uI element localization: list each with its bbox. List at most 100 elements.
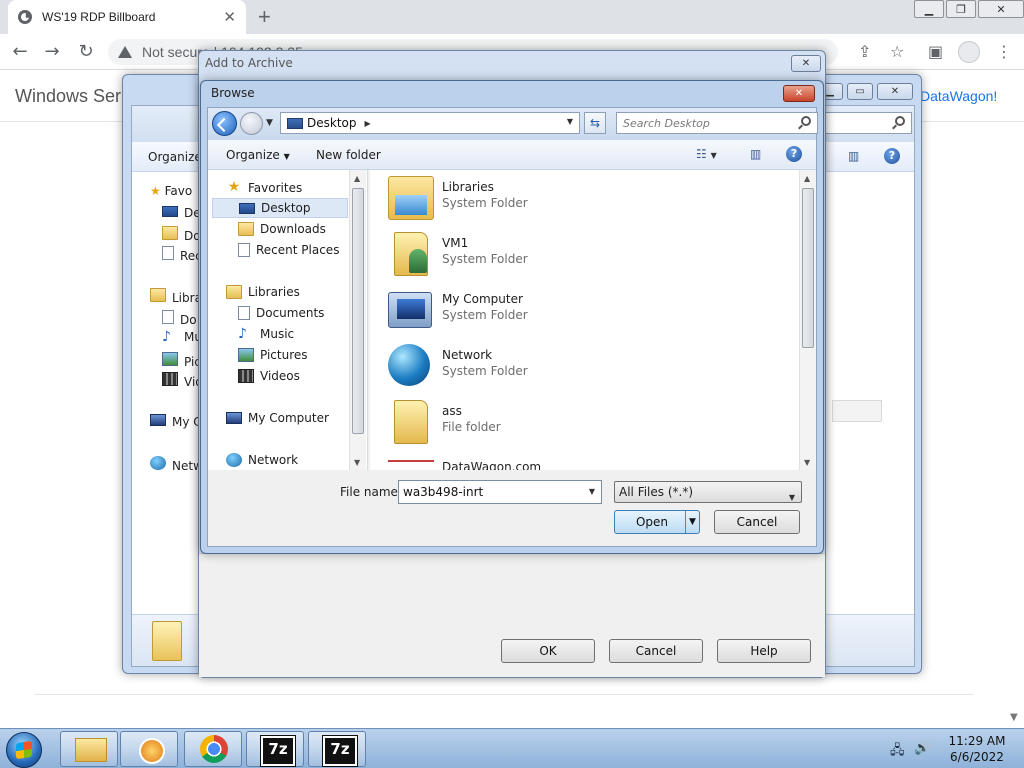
- nav-item-libraries[interactable]: Libraries: [226, 282, 300, 302]
- nav-item-downloads[interactable]: Downloads: [238, 219, 326, 239]
- file-name-combo[interactable]: ▼: [398, 480, 602, 504]
- help-icon[interactable]: ?: [786, 146, 802, 162]
- system-clock[interactable]: 11:29 AM 6/6/2022: [936, 733, 1018, 765]
- view-options-icon[interactable]: ☷ ▼: [696, 147, 717, 161]
- bg-sidebar-network[interactable]: Netw: [150, 456, 203, 473]
- file-type-select[interactable]: All Files (*.*) ▼: [614, 481, 802, 503]
- organize-menu[interactable]: Organize ▼: [226, 148, 290, 162]
- new-folder-button[interactable]: New folder: [316, 148, 381, 162]
- refresh-icon[interactable]: ⇆: [584, 112, 606, 134]
- help-button[interactable]: Help: [717, 639, 811, 663]
- menu-kebab-icon[interactable]: ⋮: [996, 42, 1012, 61]
- bg-organize-menu[interactable]: Organize: [148, 150, 202, 164]
- bg-sidebar-recent[interactable]: Rec: [162, 246, 202, 263]
- file-item-libraries[interactable]: Libraries System Folder: [386, 172, 786, 224]
- bg-sidebar-pictures[interactable]: Pic: [162, 352, 201, 369]
- file-type-dropdown-icon[interactable]: ▼: [789, 488, 795, 508]
- search-input[interactable]: [617, 113, 787, 133]
- datawagon-link[interactable]: DataWagon!: [920, 88, 997, 104]
- new-tab-button[interactable]: +: [258, 4, 271, 30]
- ok-button[interactable]: OK: [501, 639, 595, 663]
- file-name-input[interactable]: [399, 481, 579, 503]
- bg-sidebar-videos[interactable]: Vid: [162, 372, 203, 389]
- nav-item-recent-places[interactable]: Recent Places: [238, 240, 339, 260]
- scroll-down-icon[interactable]: ▼: [354, 458, 360, 467]
- file-item-datawagon[interactable]: DataWagon.com: [386, 452, 786, 470]
- share-icon[interactable]: ⇪: [858, 42, 871, 61]
- restore-button[interactable]: ❐: [946, 0, 976, 18]
- profile-avatar-icon[interactable]: [958, 41, 980, 63]
- window-controls: ▁ ❐ ✕: [912, 0, 1024, 18]
- open-split-arrow-icon[interactable]: ▼: [685, 511, 699, 533]
- minimize-button[interactable]: ▁: [914, 0, 944, 18]
- side-panel-icon[interactable]: ▣: [928, 42, 943, 61]
- breadcrumb-arrow-icon[interactable]: ▶: [365, 119, 371, 128]
- forward-arrow-icon[interactable]: →: [40, 40, 64, 64]
- bg-preview-pane-icon[interactable]: ▥: [848, 149, 859, 163]
- scroll-down-icon[interactable]: ▼: [804, 458, 810, 467]
- back-icon[interactable]: [212, 111, 237, 136]
- taskbar-chrome-button[interactable]: [184, 731, 242, 767]
- bg-help-icon[interactable]: ?: [884, 148, 900, 164]
- file-item-ass[interactable]: ass File folder: [386, 396, 786, 448]
- bg-sidebar-favorites[interactable]: ★ Favo: [150, 184, 192, 198]
- bg-search-box[interactable]: [822, 112, 912, 134]
- nav-pane-scrollbar[interactable]: ▲ ▼: [349, 170, 366, 470]
- scroll-up-icon[interactable]: ▲: [804, 174, 810, 183]
- search-icon[interactable]: [801, 116, 811, 126]
- file-item-vm1[interactable]: VM1 System Folder: [386, 228, 786, 280]
- taskbar-7zip-button-2[interactable]: [308, 731, 366, 767]
- back-arrow-icon[interactable]: ←: [8, 40, 32, 64]
- archive-cancel-button[interactable]: Cancel: [609, 639, 703, 663]
- preview-pane-icon[interactable]: ▥: [750, 147, 761, 161]
- browse-close-icon[interactable]: ✕: [783, 85, 815, 102]
- nav-item-favorites[interactable]: ★ Favorites: [226, 178, 303, 198]
- address-bar[interactable]: Desktop ▶ ▼: [280, 112, 580, 134]
- file-type: System Folder: [442, 308, 528, 322]
- nav-item-my-computer[interactable]: My Computer: [226, 408, 329, 428]
- close-button[interactable]: ✕: [978, 0, 1024, 18]
- open-button[interactable]: Open ▼: [614, 510, 700, 534]
- search-box[interactable]: [616, 112, 818, 134]
- file-name-dropdown-icon[interactable]: ▼: [589, 487, 595, 496]
- nav-scroll-thumb[interactable]: [352, 188, 364, 434]
- file-scroll-thumb[interactable]: [802, 188, 814, 348]
- bg-close-icon[interactable]: ✕: [877, 83, 913, 100]
- volume-icon[interactable]: 🔊: [914, 741, 930, 756]
- taskbar-7zip-button[interactable]: [246, 731, 304, 767]
- start-button[interactable]: [6, 732, 42, 768]
- file-type: System Folder: [442, 252, 528, 266]
- nav-item-documents[interactable]: Documents: [238, 303, 324, 323]
- taskbar-media-player-button[interactable]: [120, 731, 178, 767]
- bg-maximize-icon[interactable]: ▭: [847, 83, 873, 100]
- bookmark-star-icon[interactable]: ☆: [890, 42, 904, 61]
- recent-pages-dropdown-icon[interactable]: ▼: [266, 118, 273, 128]
- nav-item-network[interactable]: Network: [226, 450, 298, 470]
- picture-icon: [238, 348, 254, 362]
- tab-close-icon[interactable]: ✕: [223, 8, 236, 26]
- address-crumb-desktop[interactable]: Desktop: [307, 116, 357, 130]
- bg-sidebar-documents[interactable]: Do: [162, 310, 197, 327]
- scroll-up-icon[interactable]: ▲: [354, 174, 360, 183]
- warning-icon: [118, 46, 132, 58]
- forward-icon[interactable]: [240, 112, 263, 135]
- browser-tab[interactable]: WS'19 RDP Billboard ✕: [8, 0, 246, 34]
- folder-icon: [238, 222, 254, 236]
- address-dropdown-icon[interactable]: ▼: [567, 117, 573, 126]
- page-scroll-down-icon[interactable]: ▼: [1010, 712, 1018, 723]
- cancel-button[interactable]: Cancel: [714, 510, 800, 534]
- file-item-my-computer[interactable]: My Computer System Folder: [386, 284, 786, 336]
- nav-item-desktop[interactable]: Desktop: [212, 198, 348, 218]
- nav-item-music[interactable]: ♪ Music: [238, 324, 294, 344]
- nav-item-pictures[interactable]: Pictures: [238, 345, 308, 365]
- taskbar-explorer-button[interactable]: [60, 731, 118, 767]
- bg-sidebar-libraries[interactable]: Libra: [150, 288, 202, 305]
- bg-sidebar-my-computer[interactable]: My C: [150, 414, 202, 429]
- file-item-network[interactable]: Network System Folder: [386, 340, 786, 392]
- file-list-scrollbar[interactable]: ▲ ▼: [799, 170, 816, 470]
- bg-sidebar-music[interactable]: ♪ Mu: [162, 330, 202, 344]
- reload-icon[interactable]: ↻: [74, 40, 98, 64]
- archive-close-icon[interactable]: ✕: [791, 55, 821, 72]
- network-tray-icon[interactable]: 🖧: [890, 741, 905, 763]
- nav-item-videos[interactable]: Videos: [238, 366, 300, 386]
